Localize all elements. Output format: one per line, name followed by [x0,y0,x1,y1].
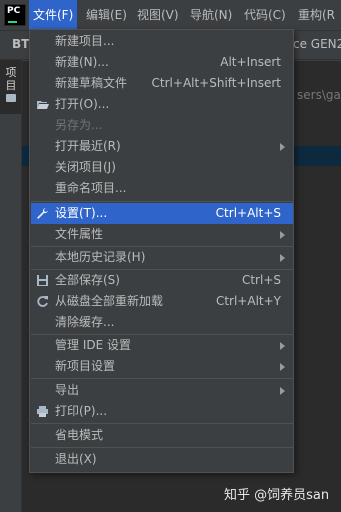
submenu-arrow-icon [280,231,285,239]
logo-text: PC [7,6,21,16]
submenu-arrow-icon [280,254,285,262]
menu-item-reload-from-disk[interactable]: 从磁盘全部重新加载 Ctrl+Alt+Y [31,291,293,312]
menu-item-shortcut: Ctrl+Alt+S [215,206,281,220]
menu-item-exit[interactable]: 退出(X) [31,449,293,470]
menu-item-label: 新建(N)... [55,55,109,69]
file-menu-dropdown: 新建项目... 新建(N)... Alt+Insert 新建草稿文件 Ctrl+… [29,29,294,473]
menu-separator [31,447,293,448]
menu-item-close-project[interactable]: 关闭项目(J) [31,157,293,178]
menu-item-label: 本地历史记录(H) [55,250,146,264]
project-breadcrumb[interactable]: BT [12,37,29,51]
menu-item-local-history[interactable]: 本地历史记录(H) [31,247,293,268]
project-tool-tab[interactable]: 项目 [0,60,21,114]
menu-item-label: 重命名项目... [55,181,127,195]
menu-separator [31,201,293,202]
menu-item-label: 关闭项目(J) [55,160,116,174]
folder-open-icon [37,101,49,109]
submenu-arrow-icon [280,143,285,151]
menu-separator [31,378,293,379]
menu-refactor[interactable]: 重构(R [294,0,339,30]
menu-item-open-recent[interactable]: 打开最近(R) [31,136,293,157]
wrench-icon [37,208,48,219]
save-icon [37,275,48,286]
menu-item-label: 另存为... [55,118,103,132]
menu-item-label: 设置(T)... [55,206,108,220]
menu-item-label: 全部保存(S) [55,273,120,287]
menu-item-new[interactable]: 新建(N)... Alt+Insert [31,52,293,73]
menu-item-label: 退出(X) [55,452,97,466]
menu-separator [31,423,293,424]
project-tab-label: 项目 [5,66,17,92]
left-tool-strip [0,60,22,512]
menu-item-label: 打开(O)... [55,97,110,111]
menu-item-label: 清除缓存... [55,315,115,329]
menu-item-label: 文件属性 [55,227,104,241]
folder-icon [6,94,16,102]
submenu-arrow-icon [280,363,285,371]
menu-item-open[interactable]: 打开(O)... [31,94,293,115]
menu-item-settings[interactable]: 设置(T)... Ctrl+Alt+S [31,203,293,224]
menu-item-print[interactable]: 打印(P)... [31,401,293,422]
menu-item-shortcut: Ctrl+S [241,273,281,287]
menu-item-save-as[interactable]: 另存为... [31,115,293,136]
submenu-arrow-icon [280,387,285,395]
menu-item-label: 打印(P)... [55,404,108,418]
menu-item-label: 新建项目... [55,34,115,48]
reload-icon [37,296,48,307]
menu-item-label: 新项目设置 [55,359,116,373]
menu-bar: PC 文件(F) 编辑(E) 视图(V) 导航(N) 代码(C) 重构(R [0,0,341,30]
menu-edit[interactable]: 编辑(E) [82,0,131,30]
menu-item-export[interactable]: 导出 [31,380,293,401]
menu-item-new-project-settings[interactable]: 新项目设置 [31,356,293,377]
menu-item-label: 打开最近(R) [55,139,121,153]
menu-item-manage-ide-settings[interactable]: 管理 IDE 设置 [31,335,293,356]
menu-item-new-project[interactable]: 新建项目... [31,31,293,52]
path-fragment: sers\gao [297,88,341,102]
menu-file[interactable]: 文件(F) [29,0,78,30]
menu-navigate[interactable]: 导航(N) [186,0,236,30]
menu-item-new-scratch-file[interactable]: 新建草稿文件 Ctrl+Alt+Shift+Insert [31,73,293,94]
menu-view[interactable]: 视图(V) [133,0,183,30]
menu-item-label: 省电模式 [55,428,104,442]
menu-item-shortcut: Ctrl+Alt+Y [215,294,281,308]
watermark: 知乎 @饲养员san [224,488,330,503]
run-config-fragment[interactable]: ce GEN2 [293,37,341,51]
menu-item-label: 导出 [55,383,80,397]
menu-item-shortcut: Alt+Insert [220,55,281,69]
menu-item-label: 管理 IDE 设置 [55,338,131,352]
menu-item-save-all[interactable]: 全部保存(S) Ctrl+S [31,270,293,291]
menu-item-invalidate-caches[interactable]: 清除缓存... [31,312,293,333]
menu-item-file-properties[interactable]: 文件属性 [31,224,293,245]
print-icon [37,406,48,417]
menu-item-power-save-mode[interactable]: 省电模式 [31,425,293,446]
menu-item-shortcut: Ctrl+Alt+Shift+Insert [151,76,281,90]
submenu-arrow-icon [280,342,285,350]
menu-item-label: 从磁盘全部重新加载 [55,294,164,308]
menu-item-rename-project[interactable]: 重命名项目... [31,178,293,199]
pycharm-logo-icon: PC [4,4,26,26]
menu-code[interactable]: 代码(C) [240,0,290,30]
menu-item-label: 新建草稿文件 [55,76,128,90]
